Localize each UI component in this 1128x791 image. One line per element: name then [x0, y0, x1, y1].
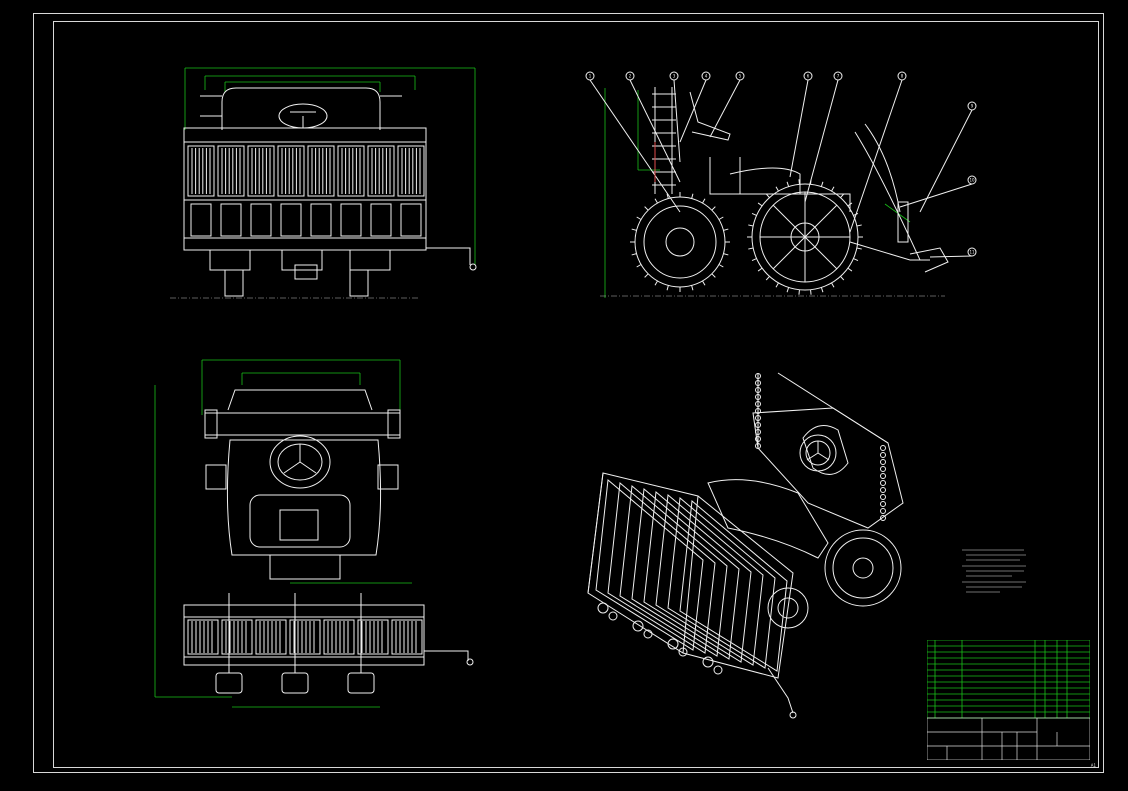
- cad-circle: [880, 452, 886, 458]
- cad-rect: [400, 203, 422, 237]
- cad-circle: [880, 459, 886, 465]
- sheet-size-label: A1: [1090, 763, 1096, 768]
- balloon-label: 7: [837, 73, 840, 78]
- cad-circle: [880, 487, 886, 493]
- cad-line: [691, 193, 694, 199]
- front-view[interactable]: [170, 60, 490, 310]
- cad-rect: [280, 203, 302, 237]
- cad-line: [757, 202, 763, 207]
- title-block: [927, 640, 1090, 760]
- cad-rect: [220, 203, 242, 237]
- cad-line: [899, 183, 973, 208]
- cad-line: [831, 282, 835, 288]
- cad-line: [718, 264, 724, 268]
- cad-circle: [880, 480, 886, 486]
- cad-circle: [880, 466, 886, 472]
- cad-line: [702, 198, 706, 204]
- cad-line: [723, 253, 729, 256]
- notes-text-block: [962, 549, 1026, 593]
- cad-line: [929, 255, 973, 258]
- cad-line: [709, 79, 741, 138]
- cad-line: [636, 216, 642, 220]
- cad-line: [702, 280, 706, 286]
- cad-line: [820, 287, 824, 293]
- cad-line: [798, 179, 800, 185]
- cad-line: [853, 258, 859, 262]
- cad-line: [775, 186, 779, 192]
- cad-line: [757, 267, 763, 272]
- balloon-label: 3: [673, 73, 676, 78]
- cad-line: [856, 224, 862, 227]
- cad-rect: [340, 203, 362, 237]
- technical-notes: [960, 546, 1030, 596]
- cad-line: [691, 285, 694, 291]
- cad-line: [810, 289, 812, 295]
- balloon-label: 8: [901, 73, 904, 78]
- balloon-label: 11: [969, 249, 975, 254]
- cad-circle: [880, 494, 886, 500]
- cad-line: [831, 186, 835, 192]
- cad-circle: [880, 501, 886, 507]
- cad-line: [789, 79, 809, 178]
- balloon-label: 5: [739, 73, 742, 78]
- cad-line: [856, 247, 862, 250]
- cad-line: [748, 224, 754, 227]
- cad-line: [751, 212, 757, 216]
- cad-rect: [310, 203, 332, 237]
- cad-line: [666, 285, 669, 291]
- cad-line: [765, 276, 770, 281]
- cad-line: [840, 276, 845, 281]
- cad-line: [849, 79, 903, 233]
- cad-circle: [880, 473, 886, 479]
- cad-line: [798, 289, 800, 295]
- iso-slat: [631, 488, 740, 660]
- cad-line: [631, 253, 637, 256]
- cad-line: [631, 228, 637, 231]
- cad-line: [644, 206, 649, 211]
- cad-rect: [190, 203, 212, 237]
- isometric-view[interactable]: [578, 368, 918, 723]
- cad-circle: [713, 665, 723, 675]
- cad-rect: [370, 203, 392, 237]
- balloon-label: 1: [589, 73, 592, 78]
- balloon-label: 9: [971, 103, 974, 108]
- cad-line: [751, 258, 757, 262]
- cad-circle: [880, 445, 886, 451]
- cad-line: [919, 109, 973, 213]
- balloon-label: 6: [807, 73, 810, 78]
- cad-rect: [250, 203, 272, 237]
- iso-slat: [643, 491, 752, 663]
- cad-line: [820, 181, 824, 187]
- cad-line: [718, 216, 724, 220]
- iso-slat: [679, 500, 788, 672]
- top-view[interactable]: [150, 355, 490, 720]
- cad-line: [654, 198, 658, 204]
- cad-line: [847, 267, 853, 272]
- cad-circle: [880, 508, 886, 514]
- balloon-label: 2: [629, 73, 632, 78]
- cad-line: [723, 228, 729, 231]
- balloon-label: 10: [969, 177, 975, 182]
- cad-line: [786, 287, 790, 293]
- balloon-label: 4: [705, 73, 708, 78]
- cad-line: [786, 181, 790, 187]
- cad-line: [711, 273, 716, 278]
- cad-circle: [632, 620, 644, 632]
- cad-line: [748, 247, 754, 250]
- cad-circle: [702, 656, 714, 668]
- cad-line: [644, 273, 649, 278]
- cad-circle: [608, 611, 618, 621]
- cad-line: [654, 280, 658, 286]
- cad-line: [711, 206, 716, 211]
- cad-line: [775, 282, 779, 288]
- cad-line: [804, 79, 839, 203]
- cad-line: [636, 264, 642, 268]
- cad-circle: [597, 602, 609, 614]
- side-view[interactable]: 1 2 3 4 5 6 7 8 9 10 11: [580, 62, 980, 307]
- cad-line: [673, 79, 681, 163]
